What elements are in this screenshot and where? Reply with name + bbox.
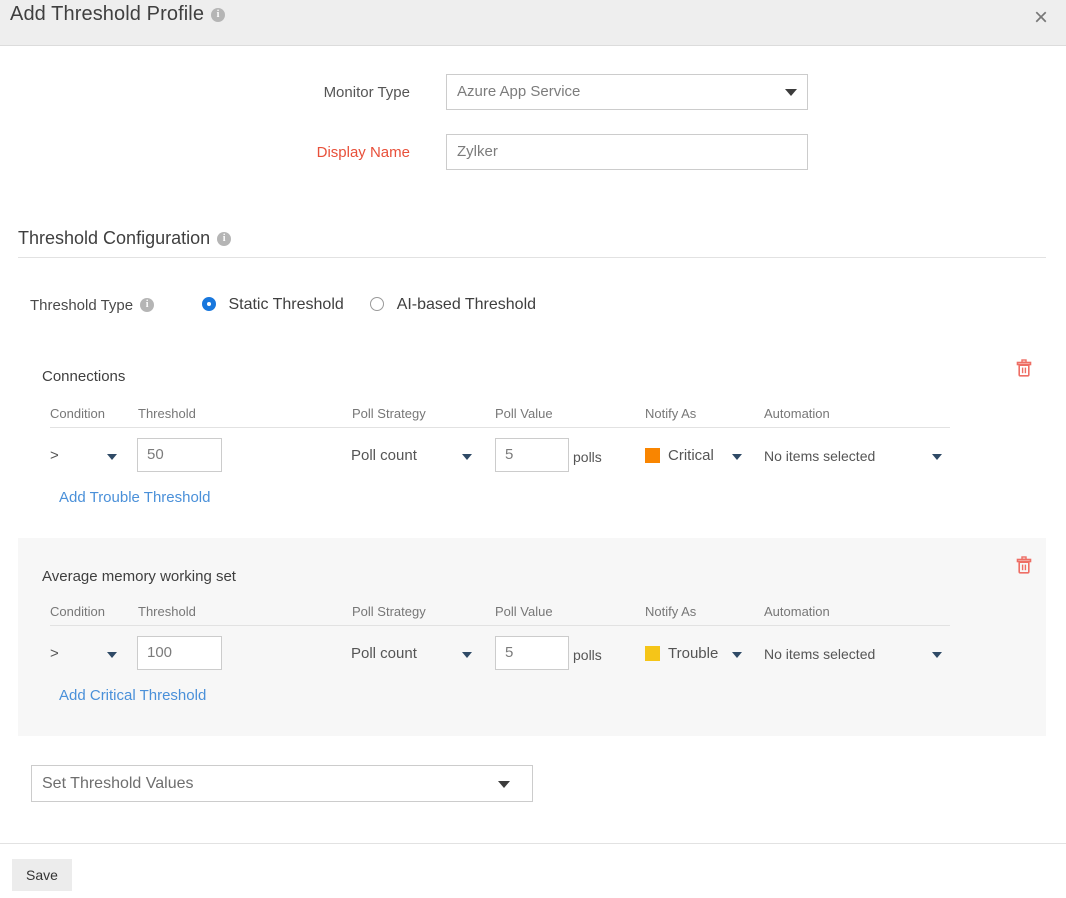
threshold-block: Average memory working set Condition Thr… [18, 538, 1046, 736]
threshold-type-label: Threshold Type i [30, 297, 154, 314]
metric-name: Connections [42, 368, 125, 385]
info-icon[interactable]: i [140, 298, 154, 312]
monitor-type-label: Monitor Type [110, 84, 410, 101]
threshold-type-radio-group: Static Threshold AI-based Threshold [202, 296, 558, 314]
condition-value[interactable]: > [50, 447, 59, 464]
poll-strategy-value[interactable]: Poll count [351, 645, 417, 662]
section-divider [18, 257, 1046, 258]
poll-value: 5 [505, 446, 513, 463]
page-title-text: Add Threshold Profile [10, 3, 204, 25]
poll-strategy-value[interactable]: Poll count [351, 447, 417, 464]
chevron-down-icon[interactable] [107, 454, 117, 460]
column-header-condition: Condition [50, 406, 105, 421]
poll-value-input[interactable]: 5 [495, 636, 569, 670]
poll-value: 5 [505, 644, 513, 661]
column-header-condition: Condition [50, 604, 105, 619]
column-header-threshold: Threshold [138, 604, 196, 619]
radio-ai-based-threshold[interactable]: AI-based Threshold [370, 296, 536, 314]
chevron-down-icon [498, 781, 510, 788]
add-critical-threshold-link[interactable]: Add Critical Threshold [59, 687, 206, 704]
dialog-header: Add Threshold Profile i × [0, 0, 1066, 46]
column-header-notify-as: Notify As [645, 406, 696, 421]
threshold-input[interactable]: 100 [137, 636, 222, 670]
column-header-automation: Automation [764, 604, 830, 619]
display-name-value: Zylker [457, 143, 498, 160]
poll-unit-label: polls [573, 647, 602, 663]
metric-name: Average memory working set [42, 568, 236, 585]
condition-value[interactable]: > [50, 645, 59, 662]
display-name-label: Display Name [110, 144, 410, 161]
column-header-notify-as: Notify As [645, 604, 696, 619]
radio-static-threshold-label: Static Threshold [228, 296, 343, 313]
column-header-rule [50, 427, 950, 428]
radio-dot-icon [370, 297, 384, 311]
threshold-input[interactable]: 50 [137, 438, 222, 472]
monitor-type-select[interactable]: Azure App Service [446, 74, 808, 110]
trash-icon[interactable] [1016, 359, 1032, 377]
radio-static-threshold[interactable]: Static Threshold [202, 296, 344, 314]
notify-as-value[interactable]: Critical [668, 447, 714, 464]
monitor-type-value: Azure App Service [457, 83, 580, 100]
section-title-text: Threshold Configuration [18, 228, 210, 248]
chevron-down-icon[interactable] [462, 454, 472, 460]
chevron-down-icon[interactable] [932, 652, 942, 658]
column-header-rule [50, 625, 950, 626]
chevron-down-icon[interactable] [732, 652, 742, 658]
info-icon[interactable]: i [211, 8, 225, 22]
info-icon[interactable]: i [217, 232, 231, 246]
add-trouble-threshold-link[interactable]: Add Trouble Threshold [59, 489, 211, 506]
column-header-automation: Automation [764, 406, 830, 421]
close-icon[interactable]: × [1024, 1, 1058, 35]
trash-icon[interactable] [1016, 556, 1032, 574]
severity-swatch-critical [645, 448, 660, 463]
column-header-poll-strategy: Poll Strategy [352, 604, 426, 619]
footer-divider [0, 843, 1066, 844]
set-threshold-values-value: Set Threshold Values [42, 775, 194, 792]
page-title: Add Threshold Profile i [10, 3, 225, 26]
column-header-poll-strategy: Poll Strategy [352, 406, 426, 421]
chevron-down-icon [785, 89, 797, 96]
poll-unit-label: polls [573, 449, 602, 465]
section-title: Threshold Configuration i [18, 228, 231, 249]
automation-value[interactable]: No items selected [764, 448, 875, 464]
severity-swatch-trouble [645, 646, 660, 661]
radio-dot-icon [202, 297, 216, 311]
column-header-threshold: Threshold [138, 406, 196, 421]
notify-as-value[interactable]: Trouble [668, 645, 718, 662]
set-threshold-values-select[interactable]: Set Threshold Values [31, 765, 533, 802]
threshold-value: 100 [147, 644, 172, 661]
save-button[interactable]: Save [12, 859, 72, 891]
chevron-down-icon[interactable] [462, 652, 472, 658]
column-header-poll-value: Poll Value [495, 406, 553, 421]
chevron-down-icon[interactable] [932, 454, 942, 460]
display-name-input[interactable]: Zylker [446, 134, 808, 170]
column-header-poll-value: Poll Value [495, 604, 553, 619]
threshold-block: Connections Condition Threshold Poll Str… [18, 348, 1046, 520]
automation-value[interactable]: No items selected [764, 646, 875, 662]
threshold-value: 50 [147, 446, 164, 463]
chevron-down-icon[interactable] [732, 454, 742, 460]
threshold-type-label-text: Threshold Type [30, 297, 133, 314]
poll-value-input[interactable]: 5 [495, 438, 569, 472]
chevron-down-icon[interactable] [107, 652, 117, 658]
radio-ai-based-threshold-label: AI-based Threshold [397, 296, 536, 313]
